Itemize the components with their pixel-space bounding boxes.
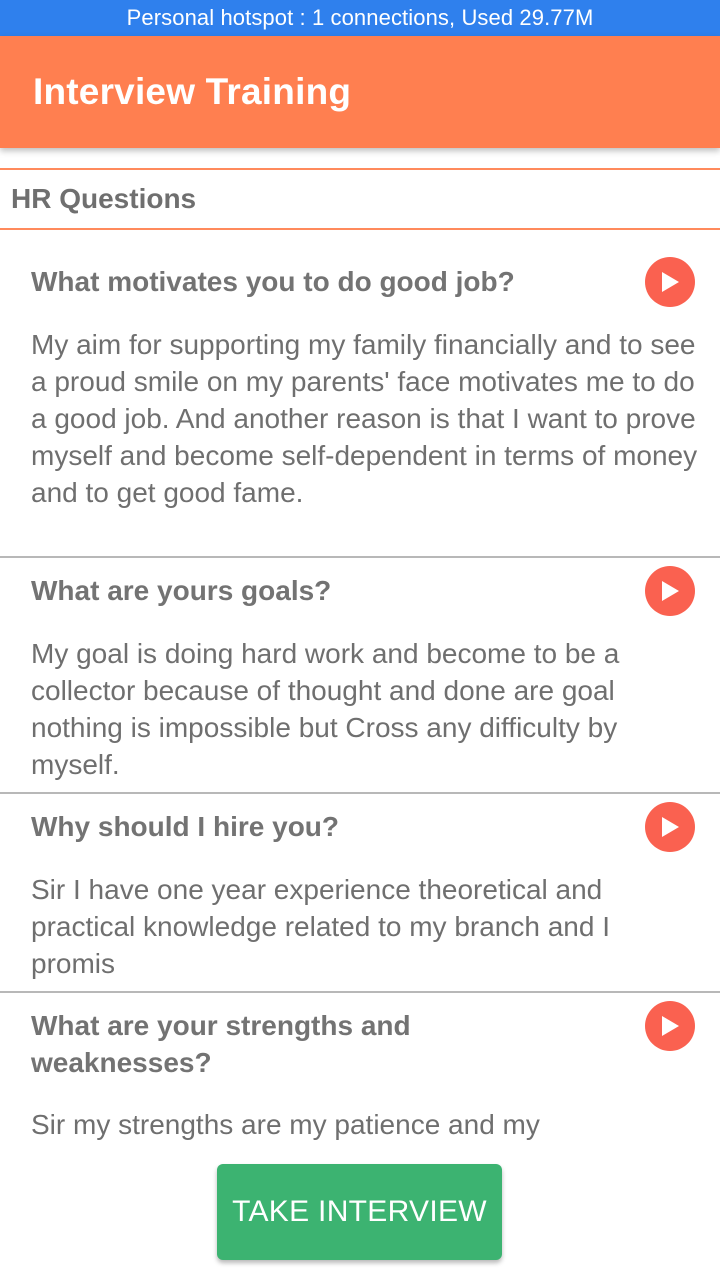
question-text: Why should I hire you? [31,811,339,842]
answer-text: Sir I have one year experience theoretic… [31,874,610,979]
list-item: What are yours goals? My goal is doing h… [0,558,720,794]
list-item: What motivates you to do good job? My ai… [0,230,720,558]
question-list[interactable]: What motivates you to do good job? My ai… [0,230,720,1150]
question-text: What are yours goals? [31,575,332,606]
play-icon [662,272,679,292]
take-interview-button[interactable]: TAKE INTERVIEW [217,1164,502,1260]
status-bar: Personal hotspot : 1 connections, Used 2… [0,0,720,36]
play-button[interactable] [645,1001,695,1051]
screen: Personal hotspot : 1 connections, Used 2… [0,0,720,1280]
play-icon [662,817,679,837]
answer-text: Sir my strengths are my patience and my [31,1109,540,1140]
play-button[interactable] [645,566,695,616]
status-bar-text: Personal hotspot : 1 connections, Used 2… [126,5,594,30]
section-title: HR Questions [11,183,197,214]
play-icon [662,1016,679,1036]
play-icon [662,581,679,601]
answer-text: My goal is doing hard work and become to… [31,638,620,780]
answer-text: My aim for supporting my family financia… [31,329,698,508]
app-title: Interview Training [33,71,352,112]
app-bar: Interview Training [0,36,720,148]
list-item: What are your strengths and weaknesses? … [0,993,720,1150]
play-button[interactable] [645,802,695,852]
list-item: Why should I hire you? Sir I have one ye… [0,794,720,993]
question-text: What are your strengths and weaknesses? [31,1010,411,1078]
section-header: HR Questions [0,168,720,230]
play-button[interactable] [645,257,695,307]
question-text: What motivates you to do good job? [31,266,515,297]
